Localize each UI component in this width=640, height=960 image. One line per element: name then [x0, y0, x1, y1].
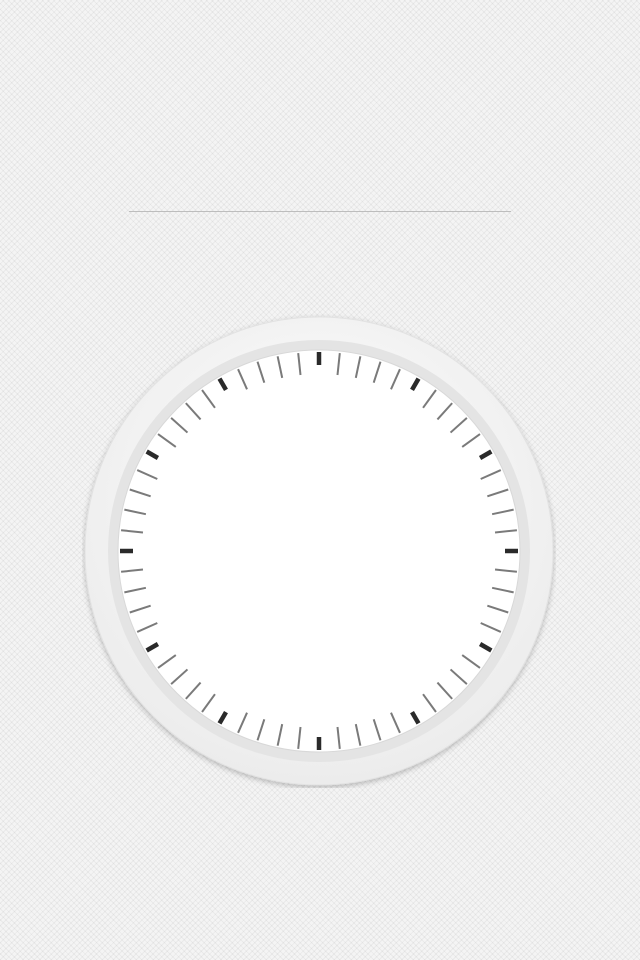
clock-face [82, 314, 556, 788]
clock-dial [84, 316, 554, 786]
clock-dial-face [117, 349, 521, 753]
header-divider [129, 211, 511, 212]
